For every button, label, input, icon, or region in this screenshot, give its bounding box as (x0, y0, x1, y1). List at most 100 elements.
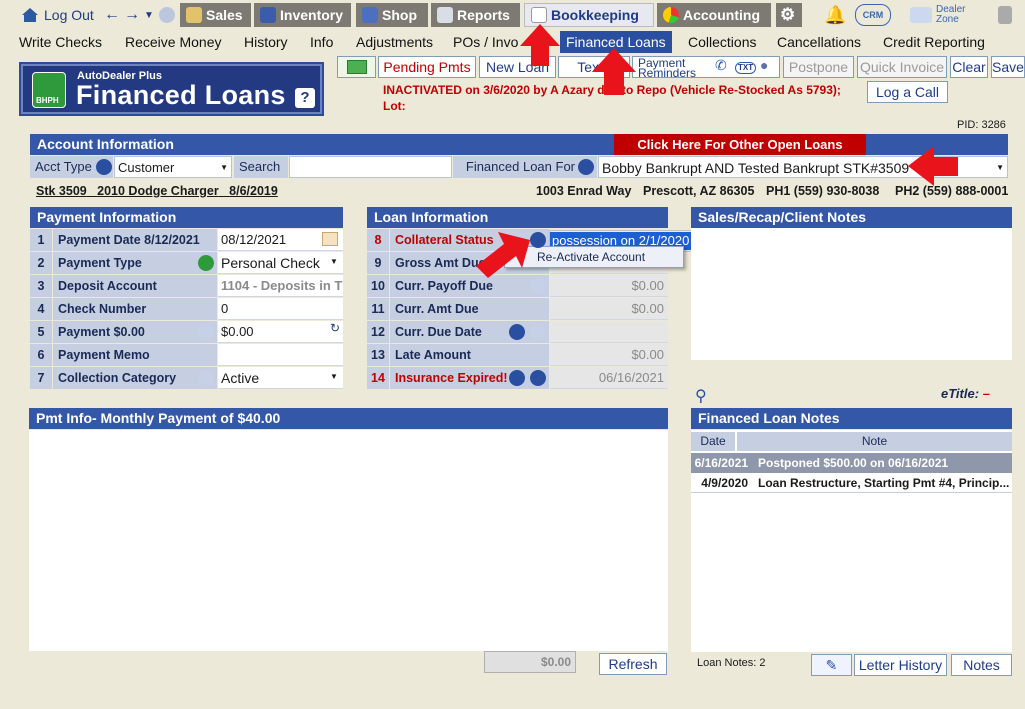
calendar-icon[interactable] (322, 232, 338, 246)
row-value[interactable]: $0.00 (550, 275, 668, 297)
letter-history-button[interactable]: Letter History (854, 654, 947, 676)
folder-button[interactable] (337, 56, 376, 78)
chevron-down-icon[interactable]: ▼ (330, 372, 338, 381)
subnav-credit-reporting[interactable]: Credit Reporting (883, 31, 985, 53)
etitle-text: eTitle: (941, 386, 980, 401)
row-value[interactable] (550, 321, 668, 343)
subnav-adjustments[interactable]: Adjustments (356, 31, 433, 53)
payment-info-header: Payment Information (30, 207, 343, 228)
acct-type-info-icon[interactable] (96, 159, 112, 175)
row-value[interactable]: Active (218, 367, 343, 389)
row-number: 2 (30, 252, 52, 274)
postpone-button[interactable]: Postpone (783, 56, 854, 78)
settings-button[interactable]: ⚙ (776, 3, 802, 27)
subnav-cancellations[interactable]: Cancellations (777, 31, 861, 53)
quick-invoice-button[interactable]: Quick Invoice (857, 56, 947, 78)
log-a-call-button[interactable]: Log a Call (867, 81, 948, 103)
row-label: Deposit Account (53, 275, 217, 297)
info-icon[interactable] (198, 324, 214, 340)
map-pin-icon[interactable]: ⚲ (695, 386, 707, 406)
text-button[interactable]: Text2 (558, 56, 630, 78)
info-icon[interactable] (198, 370, 214, 386)
forward-arrow-icon[interactable]: → (124, 6, 140, 24)
row-value[interactable]: $0.00 (550, 344, 668, 366)
notes-button[interactable]: Notes (951, 654, 1012, 676)
row-value[interactable]: 1104 - Deposits in T (218, 275, 343, 297)
vehicle-info-link[interactable]: Stk 3509 2010 Dodge Charger 8/6/2019 (36, 184, 278, 198)
calculator-button[interactable] (992, 3, 1018, 27)
acct-type-value: Customer (118, 160, 175, 175)
txt-icon: TXT (735, 62, 757, 74)
info-icon[interactable] (530, 232, 546, 248)
info-icon[interactable] (509, 370, 525, 386)
subnav-info[interactable]: Info (310, 31, 333, 53)
wrench-icon (362, 7, 378, 23)
new-loan-button[interactable]: New Loan (479, 56, 556, 78)
row-label: Curr. Amt Due (390, 298, 549, 320)
crm-button[interactable]: CRM (855, 4, 891, 26)
pmt-info-header: Pmt Info- Monthly Payment of $40.00 (29, 408, 668, 429)
dealer-zone-button[interactable]: Dealer Zone (904, 3, 976, 27)
chevron-down-icon: ▼ (996, 163, 1004, 172)
loan-notes-count-value: 2 (759, 657, 766, 669)
notifications-button[interactable]: 🔔 (818, 3, 852, 27)
row-value[interactable]: $0.00 (550, 298, 668, 320)
car-icon (260, 7, 276, 23)
notes-col-date: Date (691, 432, 735, 451)
table-row[interactable]: 6/16/2021 Postponed $500.00 on 06/16/202… (691, 453, 1012, 473)
nav-bookkeeping[interactable]: Bookkeeping (524, 3, 654, 27)
nav-sales[interactable]: Sales (180, 3, 251, 27)
client-notes-area[interactable] (691, 228, 1012, 360)
note-date: 4/9/2020 (701, 476, 748, 490)
info-icon[interactable] (530, 370, 546, 386)
reactivate-account-menu-item[interactable]: Re-Activate Account (504, 246, 684, 268)
table-row[interactable]: 4/9/2020 Loan Restructure, Starting Pmt … (691, 473, 1012, 493)
row-value[interactable]: 0 (218, 298, 343, 320)
search-input[interactable] (289, 156, 452, 178)
subnav-write-checks[interactable]: Write Checks (19, 31, 102, 53)
subnav-collections[interactable]: Collections (688, 31, 756, 53)
search-label: Search (234, 156, 288, 178)
row-value[interactable] (218, 344, 343, 366)
row-value[interactable]: Personal Check (218, 252, 343, 274)
subnav-history[interactable]: History (244, 31, 288, 53)
chevron-down-icon[interactable]: ▼ (330, 257, 338, 266)
pending-pmts-button[interactable]: Pending Pmts (378, 56, 476, 78)
note-text: Loan Restructure, Starting Pmt #4, Princ… (758, 476, 1010, 490)
book-icon (531, 7, 547, 23)
info-icon[interactable] (509, 324, 525, 340)
nav-accounting-label: Accounting (683, 7, 760, 23)
row-value[interactable]: $0.00 (218, 321, 343, 343)
nav-shop[interactable]: Shop (356, 3, 428, 27)
row-value[interactable]: 06/16/2021 (550, 367, 668, 389)
nav-inventory[interactable]: Inventory (254, 3, 351, 27)
row-number: 12 (367, 321, 389, 343)
back-forward-nav[interactable]: ← → ▼ (98, 3, 160, 27)
info-icon[interactable] (530, 324, 546, 340)
subnav-financed-loans[interactable]: Financed Loans (560, 31, 672, 53)
refresh-button[interactable]: Refresh (599, 653, 667, 675)
payment-reminders-button[interactable]: Payment Reminders ✆ TXT ● (632, 56, 780, 79)
signature-button[interactable]: ✎ (811, 654, 852, 676)
row-number: 9 (367, 252, 389, 274)
logout-link[interactable]: Log Out (14, 3, 100, 27)
financed-loan-for-info-icon[interactable] (578, 159, 594, 175)
acct-type-select[interactable]: Customer ▼ (114, 156, 232, 178)
info-icon[interactable] (530, 278, 546, 294)
user-avatar-icon[interactable] (153, 3, 181, 27)
nav-accounting[interactable]: Accounting (657, 3, 771, 27)
subnav-pos-invoices[interactable]: POs / Invo (453, 31, 518, 53)
save-button[interactable]: Save (991, 56, 1025, 78)
help-icon[interactable]: ? (295, 88, 315, 108)
clear-button[interactable]: Clear (950, 56, 988, 78)
other-open-loans-button[interactable]: Click Here For Other Open Loans (614, 134, 866, 155)
refresh-icon[interactable]: ↻ (330, 321, 340, 335)
subnav-receive-money[interactable]: Receive Money (125, 31, 222, 53)
customer-city: Prescott, AZ 86305 (643, 184, 755, 198)
financed-loan-for-select[interactable]: Bobby Bankrupt AND Tested Bankrupt STK#3… (598, 156, 1008, 178)
back-arrow-icon[interactable]: ← (104, 6, 120, 24)
dollar-icon[interactable] (198, 255, 214, 271)
payment-row: 4 Check Number 0 (30, 298, 343, 321)
row-number: 14 (367, 367, 389, 389)
nav-reports[interactable]: Reports (431, 3, 520, 27)
